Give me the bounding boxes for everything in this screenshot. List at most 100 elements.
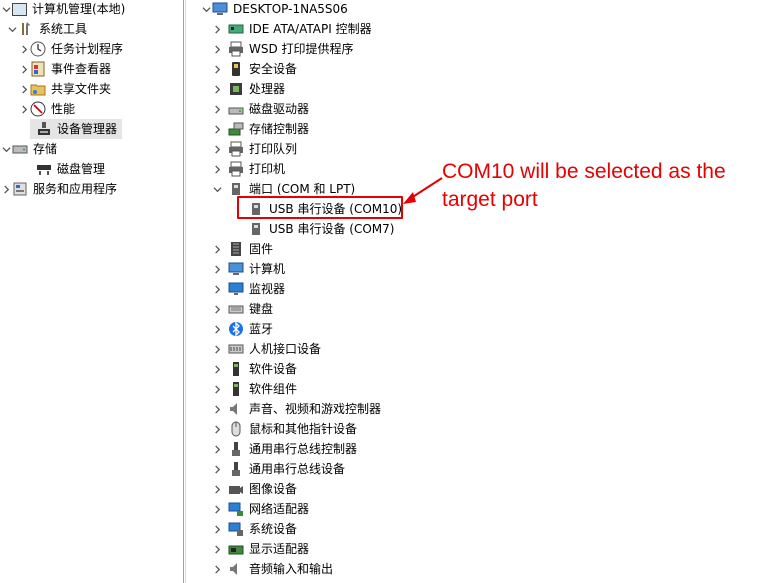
chevron-right-icon[interactable] [0,179,12,199]
device-category-printer[interactable]: WSD 打印提供程序 [211,39,354,59]
device-category-label: 软件组件 [249,382,298,396]
tree-item-shared-folders[interactable]: 共享文件夹 [18,79,111,99]
device-category-software-device[interactable]: 软件设备 [211,359,297,379]
device-tree-root[interactable]: DESKTOP-1NA5S06 [200,0,348,19]
printer-icon [228,41,244,57]
system-device-icon [228,521,244,537]
device-category-storage-controller[interactable]: 存储控制器 [211,119,309,139]
tree-item-task-scheduler[interactable]: 任务计划程序 [18,39,123,59]
device-category-audio[interactable]: 声音、视频和游戏控制器 [211,399,381,419]
chevron-right-icon[interactable] [211,119,223,139]
device-category-system-device[interactable]: 系统设备 [211,519,297,539]
device-category-label: 系统设备 [249,522,298,536]
tree-item-system-tools[interactable]: 系统工具 [6,19,87,39]
chevron-right-icon[interactable] [18,39,30,59]
device-category-mouse[interactable]: 鼠标和其他指针设备 [211,419,357,439]
chevron-right-icon[interactable] [211,159,223,179]
device-category-camera[interactable]: 图像设备 [211,479,297,499]
chevron-right-icon[interactable] [211,139,223,159]
chevron-right-icon[interactable] [211,19,223,39]
chevron-right-icon[interactable] [211,479,223,499]
device-category-keyboard[interactable]: 键盘 [211,299,273,319]
chevron-right-icon[interactable] [211,259,223,279]
device-category-security-device[interactable]: 安全设备 [211,59,297,79]
chevron-right-icon[interactable] [211,519,223,539]
tree-item-computer-management[interactable]: 计算机管理(本地) [0,0,125,19]
chevron-right-icon[interactable] [211,379,223,399]
software-device-icon [228,361,244,377]
processor-icon [228,81,244,97]
chevron-right-icon[interactable] [18,99,30,119]
chevron-right-icon[interactable] [211,319,223,339]
chevron-right-icon[interactable] [211,99,223,119]
device-category-usb-controller[interactable]: 通用串行总线控制器 [211,439,357,459]
device-category-usb-device[interactable]: 通用串行总线设备 [211,459,345,479]
tree-item-storage[interactable]: 存储 [0,139,57,159]
device-category-bluetooth[interactable]: 蓝牙 [211,319,273,339]
device-category-network-adapter[interactable]: 网络适配器 [211,499,309,519]
chevron-right-icon[interactable] [211,79,223,99]
chevron-right-icon[interactable] [211,39,223,59]
tree-item-performance[interactable]: 性能 [18,99,75,119]
tree-item-services-applications[interactable]: 服务和应用程序 [0,179,117,199]
device-category-display-adapter[interactable]: 显示适配器 [211,539,309,559]
tree-item-label: 计算机管理(本地) [32,2,126,16]
device-category-disk-drive[interactable]: 磁盘驱动器 [211,99,309,119]
software-component-icon [228,381,244,397]
monitor-icon [228,281,244,297]
tree-item-label: 系统工具 [39,22,88,36]
bluetooth-icon [228,321,244,337]
device-category-label: 音频输入和输出 [249,562,334,576]
mouse-icon [228,421,244,437]
pane-splitter[interactable] [183,0,186,583]
tree-item-label: 服务和应用程序 [33,182,118,196]
device-category-audio-io[interactable]: 音频输入和输出 [211,559,333,579]
device-category-firmware[interactable]: 固件 [211,239,273,259]
device-item-serial-port[interactable]: USB 串行设备 (COM7) [248,219,394,239]
chevron-right-icon[interactable] [211,539,223,559]
chevron-right-icon[interactable] [211,559,223,579]
chevron-right-icon[interactable] [211,499,223,519]
chevron-right-icon[interactable] [211,359,223,379]
chevron-right-icon[interactable] [211,459,223,479]
chevron-right-icon[interactable] [211,399,223,419]
chevron-down-icon[interactable] [6,19,18,39]
navigation-tree-pane: 计算机管理(本地) 系统工具 任务计划程序 事件查看器 共享文件夹 性能 设备管… [0,0,183,583]
chevron-right-icon[interactable] [211,59,223,79]
chevron-right-icon[interactable] [211,299,223,319]
audio-icon [228,401,244,417]
disk-drive-icon [228,101,244,117]
tree-item-device-manager[interactable]: 设备管理器 [30,119,122,139]
chevron-right-icon[interactable] [18,79,30,99]
chevron-down-icon[interactable] [0,0,12,19]
port-icon [228,181,244,197]
tree-item-event-viewer[interactable]: 事件查看器 [18,59,111,79]
device-category-ide-controller[interactable]: IDE ATA/ATAPI 控制器 [211,19,372,39]
chevron-down-icon[interactable] [200,0,212,19]
chevron-down-icon[interactable] [0,139,12,159]
chevron-down-icon[interactable] [211,179,223,199]
device-category-printer[interactable]: 打印机 [211,159,285,179]
device-category-processor[interactable]: 处理器 [211,79,285,99]
chevron-right-icon[interactable] [211,279,223,299]
device-category-computer[interactable]: 计算机 [211,259,285,279]
chevron-right-icon[interactable] [211,419,223,439]
event-viewer-icon [30,61,46,77]
device-category-software-component[interactable]: 软件组件 [211,379,297,399]
device-category-label: 鼠标和其他指针设备 [249,422,358,436]
tree-item-disk-management[interactable]: 磁盘管理 [36,159,105,179]
chevron-right-icon[interactable] [211,339,223,359]
chevron-right-icon[interactable] [18,59,30,79]
device-category-label: 键盘 [249,302,274,316]
serial-port-icon [248,221,264,237]
tree-item-label: 事件查看器 [51,62,112,76]
chevron-right-icon[interactable] [211,239,223,259]
device-category-monitor[interactable]: 监视器 [211,279,285,299]
device-category-label: 固件 [249,242,274,256]
device-category-print-queue[interactable]: 打印队列 [211,139,297,159]
device-category-label: 声音、视频和游戏控制器 [249,402,382,416]
chevron-right-icon[interactable] [211,439,223,459]
device-category-hid[interactable]: 人机接口设备 [211,339,321,359]
display-adapter-icon [228,541,244,557]
tree-item-label: 性能 [51,102,76,116]
